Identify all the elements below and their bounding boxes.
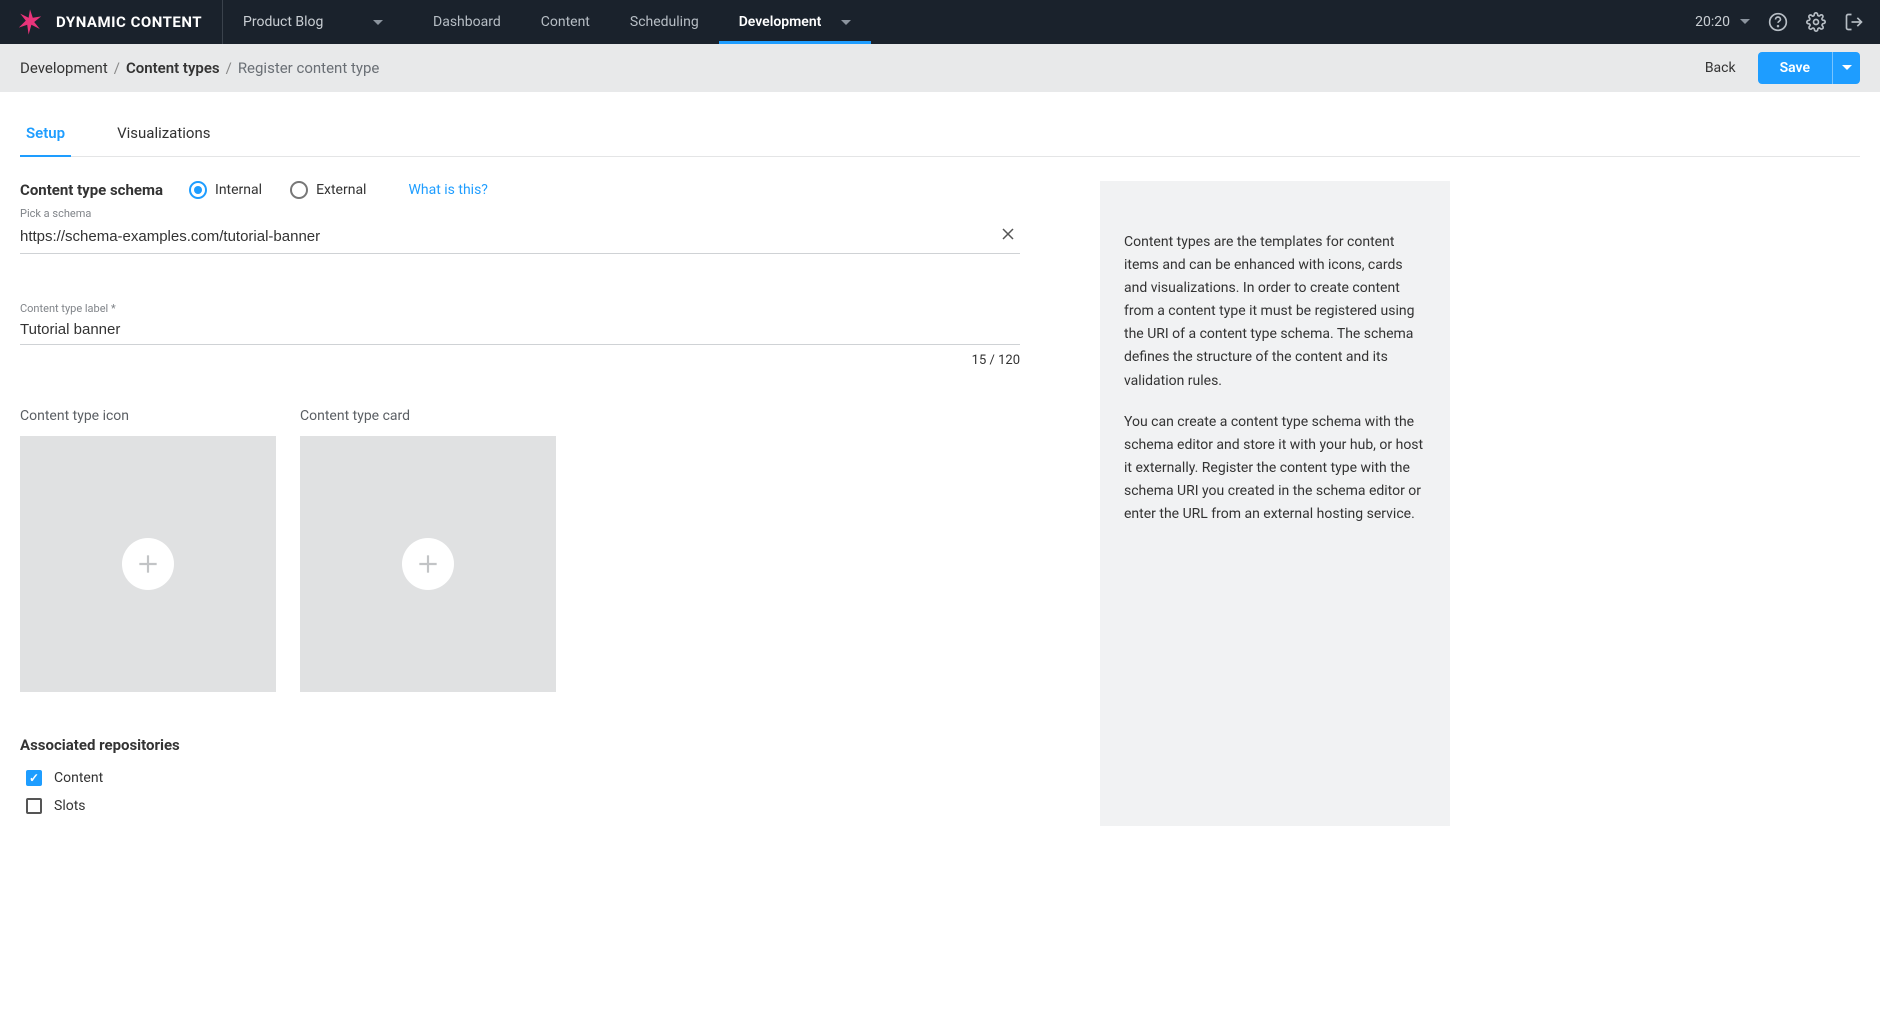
- card-upload-title: Content type card: [300, 408, 556, 424]
- repo-checkbox-content[interactable]: Content: [26, 770, 1014, 786]
- label-input-row: [20, 315, 1020, 345]
- schema-source-radio-group: Internal External: [189, 181, 366, 199]
- schema-input[interactable]: [20, 228, 996, 245]
- caret-down-icon: [1740, 19, 1750, 25]
- card-upload-block: Content type card: [300, 408, 556, 692]
- checkbox-icon: [26, 770, 42, 786]
- breadcrumb-separator: /: [114, 59, 120, 77]
- nav-tab-label: Development: [739, 14, 822, 30]
- nav-tab-scheduling[interactable]: Scheduling: [610, 0, 719, 44]
- nav-right: 20:20: [1695, 12, 1864, 32]
- breadcrumb-item: Register content type: [238, 59, 380, 77]
- add-icon: [402, 538, 454, 590]
- add-icon: [122, 538, 174, 590]
- time-selector[interactable]: 20:20: [1695, 14, 1750, 30]
- radio-icon: [189, 181, 207, 199]
- schema-source-radio-internal[interactable]: Internal: [189, 181, 262, 199]
- breadcrumb-item[interactable]: Development: [20, 59, 108, 77]
- repo-label: Slots: [54, 798, 86, 814]
- nav-tab-label: Scheduling: [630, 14, 699, 30]
- radio-label: Internal: [215, 182, 262, 198]
- repo-label: Content: [54, 770, 103, 786]
- save-menu-caret[interactable]: [1832, 52, 1860, 84]
- repositories-section: Associated repositories Content Slots: [20, 736, 1020, 814]
- label-field-label: Content type label *: [20, 302, 1020, 315]
- settings-icon[interactable]: [1806, 12, 1826, 32]
- hub-selector[interactable]: Product Blog: [223, 0, 403, 44]
- nav-tab-content[interactable]: Content: [521, 0, 610, 44]
- breadcrumb-separator: /: [226, 59, 232, 77]
- schema-input-row: [20, 220, 1020, 254]
- page-tab-setup[interactable]: Setup: [20, 110, 71, 156]
- nav-tab-dashboard[interactable]: Dashboard: [413, 0, 521, 44]
- caret-down-icon: [373, 14, 383, 30]
- help-icon[interactable]: [1768, 12, 1788, 32]
- nav-tab-label: Dashboard: [433, 14, 501, 30]
- icon-upload-block: Content type icon: [20, 408, 276, 692]
- breadcrumb: Development / Content types / Register conte…: [20, 59, 379, 77]
- subheader: Development / Content types / Register conte…: [0, 44, 1880, 92]
- hub-name: Product Blog: [243, 14, 323, 30]
- help-paragraph: You can create a content type schema wit…: [1124, 411, 1426, 526]
- help-paragraph: Content types are the templates for cont…: [1124, 231, 1426, 393]
- icon-upload-dropzone[interactable]: [20, 436, 276, 692]
- repo-checkbox-slots[interactable]: Slots: [26, 798, 1014, 814]
- save-button[interactable]: Save: [1758, 52, 1832, 84]
- card-upload-dropzone[interactable]: [300, 436, 556, 692]
- pick-schema-hint: Pick a schema: [20, 207, 1020, 220]
- logo-icon: [16, 8, 44, 36]
- page-tabs: Setup Visualizations: [20, 110, 1860, 157]
- brand: DYNAMIC CONTENT: [16, 0, 223, 44]
- back-button[interactable]: Back: [1705, 60, 1736, 76]
- subheader-actions: Back Save: [1705, 52, 1860, 84]
- nav-tabs: Dashboard Content Scheduling Development: [413, 0, 871, 44]
- schema-source-row: Content type schema Internal External Wha…: [20, 181, 1020, 199]
- help-panel: Content types are the templates for cont…: [1100, 181, 1450, 826]
- radio-icon: [290, 181, 308, 199]
- uploads-row: Content type icon Content type card: [20, 408, 1020, 692]
- top-nav: DYNAMIC CONTENT Product Blog Dashboard Co…: [0, 0, 1880, 44]
- schema-section-label: Content type schema: [20, 181, 163, 199]
- checkbox-icon: [26, 798, 42, 814]
- repositories-title: Associated repositories: [20, 736, 1020, 754]
- nav-tab-label: Content: [541, 14, 590, 30]
- label-input[interactable]: [20, 321, 1020, 338]
- label-counter: 15 / 120: [20, 353, 1020, 368]
- page-tab-visualizations[interactable]: Visualizations: [111, 110, 216, 156]
- icon-upload-title: Content type icon: [20, 408, 276, 424]
- what-is-this-link[interactable]: What is this?: [408, 182, 487, 198]
- schema-source-radio-external[interactable]: External: [290, 181, 366, 199]
- breadcrumb-item[interactable]: Content types: [126, 59, 220, 77]
- save-button-group: Save: [1758, 52, 1860, 84]
- form-column: Content type schema Internal External Wha…: [20, 181, 1020, 826]
- nav-tab-development[interactable]: Development: [719, 0, 872, 44]
- logout-icon[interactable]: [1844, 12, 1864, 32]
- time-value: 20:20: [1695, 14, 1730, 30]
- clear-schema-icon[interactable]: [996, 226, 1020, 247]
- brand-name: DYNAMIC CONTENT: [56, 13, 202, 31]
- radio-label: External: [316, 182, 366, 198]
- caret-down-icon: [841, 14, 851, 30]
